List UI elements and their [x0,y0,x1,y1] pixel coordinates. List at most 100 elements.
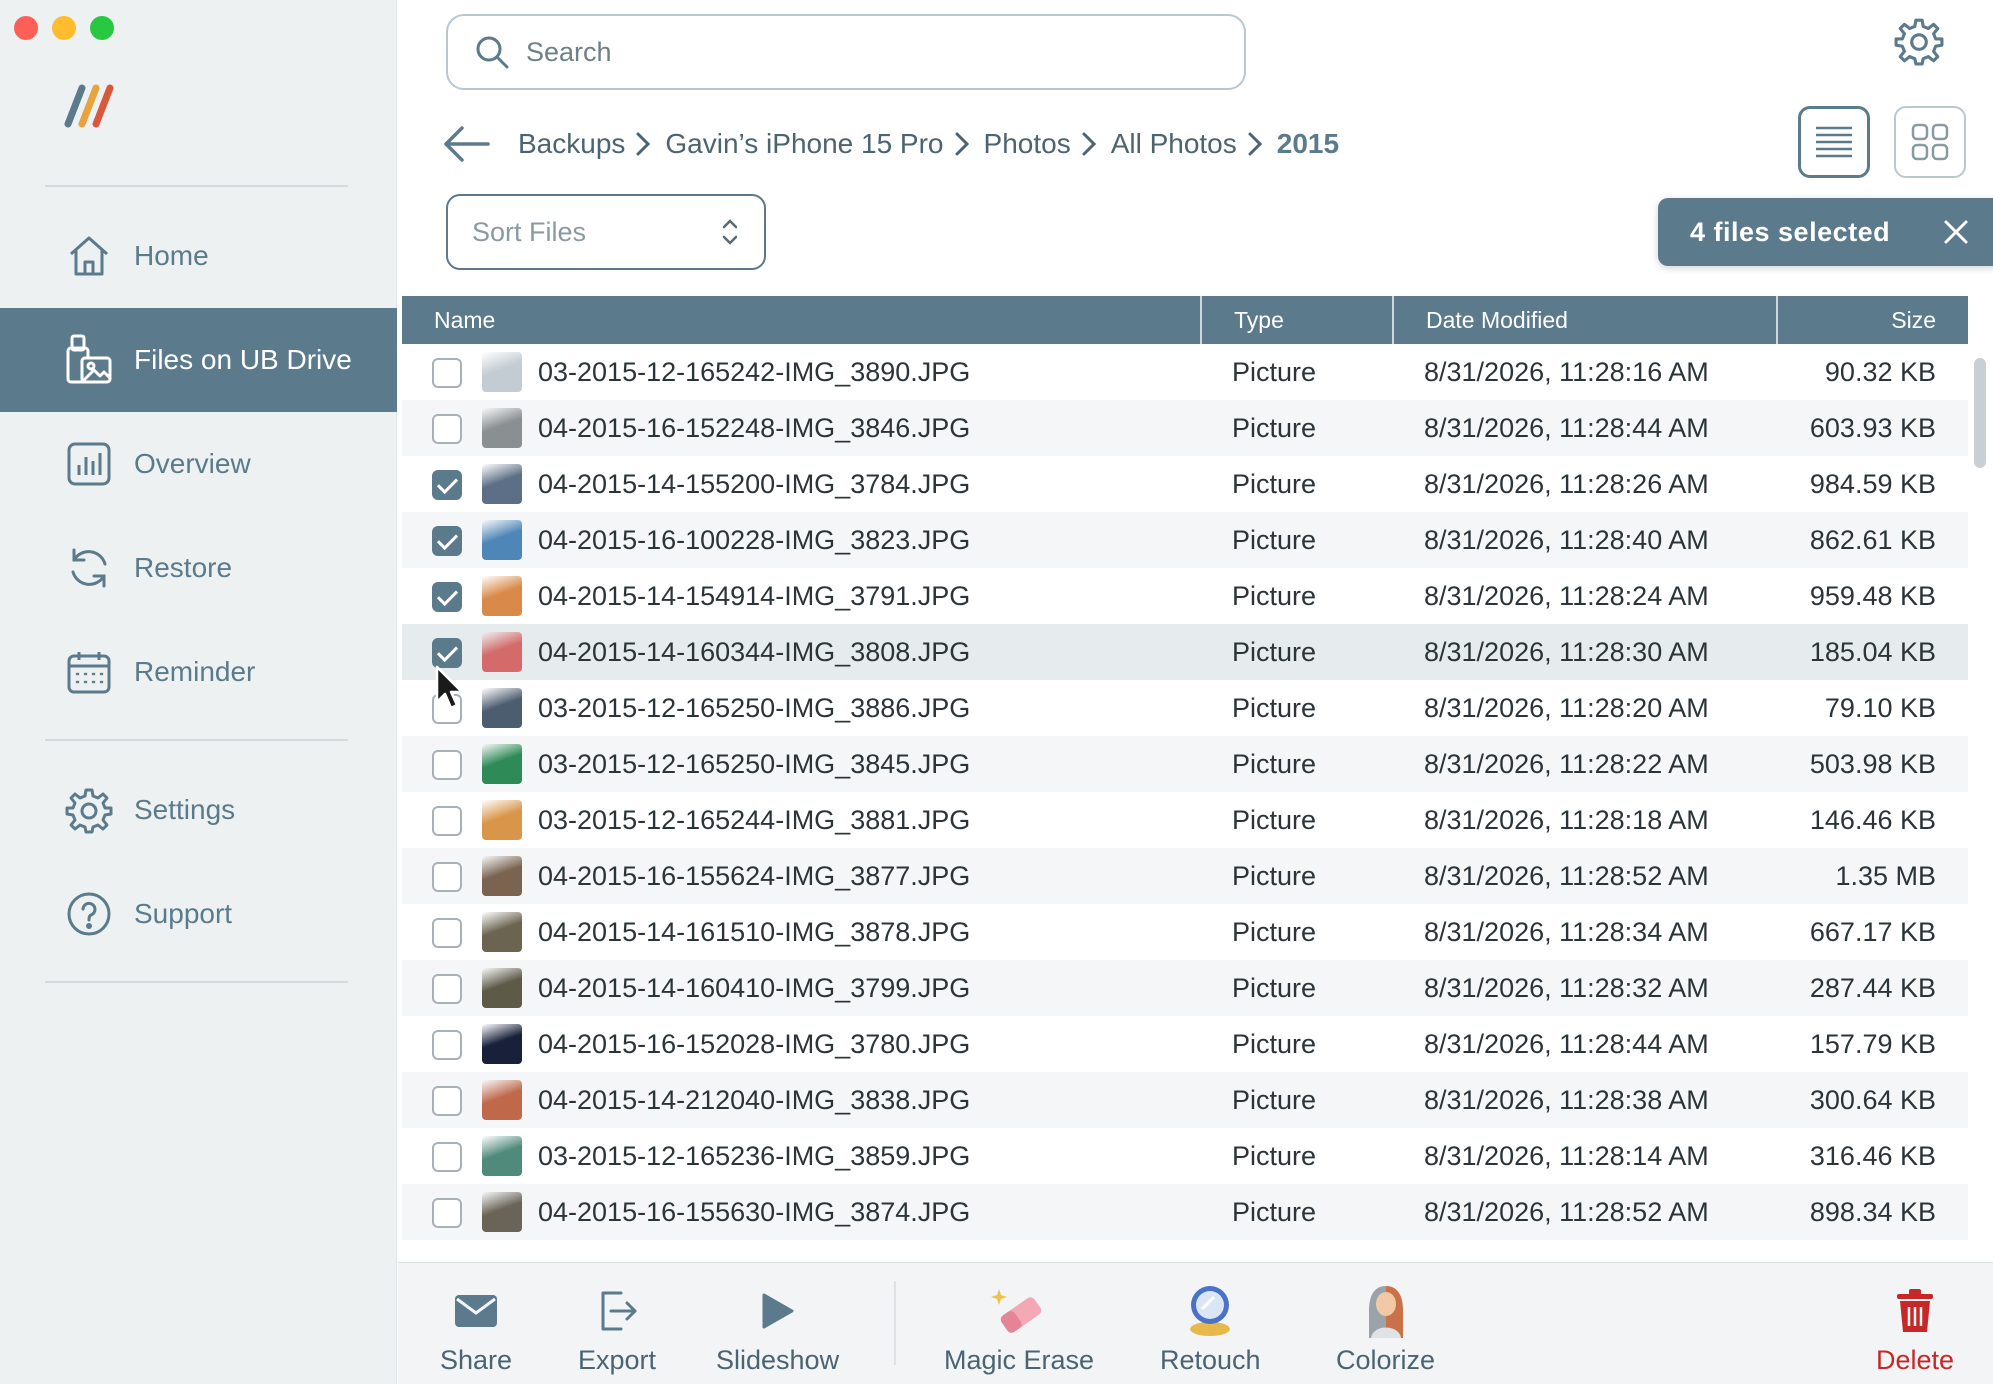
file-date-modified: 8/31/2026, 11:28:40 AM [1424,525,1709,555]
sidebar-item-reminder[interactable]: Reminder [0,620,397,724]
photo-thumbnail [482,464,522,504]
file-name: 04-2015-14-160410-IMG_3799.JPG [538,973,971,1003]
column-divider[interactable] [1200,296,1202,344]
search-input[interactable] [526,36,1166,68]
share-button[interactable]: Share [440,1263,512,1384]
list-view-button[interactable] [1798,106,1870,178]
column-date-modified[interactable]: Date Modified [1426,296,1568,344]
sort-files-select[interactable]: Sort Files [446,194,766,270]
table-row[interactable]: 04-2015-14-155200-IMG_3784.JPG Picture 8/3… [402,456,1968,512]
back-arrow-icon[interactable] [440,118,492,170]
row-checkbox[interactable] [432,358,462,388]
export-button[interactable]: Export [578,1263,656,1384]
photo-thumbnail [482,1136,522,1176]
file-date-modified: 8/31/2026, 11:28:52 AM [1424,861,1709,891]
table-row[interactable]: 04-2015-14-154914-IMG_3791.JPG Picture 8/3… [402,568,1968,624]
colorize-button[interactable]: Colorize [1336,1263,1435,1384]
file-type: Picture [1232,917,1317,947]
table-row[interactable]: 03-2015-12-165236-IMG_3859.JPG Picture 8/3… [402,1128,1968,1184]
photo-thumbnail [482,912,522,952]
zoom-window-button[interactable] [90,16,114,40]
magic-erase-button[interactable]: Magic Erase [944,1263,1094,1384]
grid-view-button[interactable] [1894,106,1966,178]
sidebar-item-home[interactable]: Home [0,204,397,308]
row-checkbox[interactable] [432,974,462,1004]
table-row[interactable]: 04-2015-16-152248-IMG_3846.JPG Picture 8/3… [402,400,1968,456]
column-divider[interactable] [1392,296,1394,344]
table-row[interactable]: 03-2015-12-165242-IMG_3890.JPG Picture 8/3… [402,344,1968,400]
chevron-right-icon [635,130,655,158]
breadcrumb-device[interactable]: Gavin’s iPhone 15 Pro [665,128,943,160]
table-row[interactable]: 04-2015-14-212040-IMG_3838.JPG Picture 8/3… [402,1072,1968,1128]
row-checkbox[interactable] [432,806,462,836]
colorize-portrait-icon [1358,1283,1414,1339]
envelope-icon [448,1283,504,1339]
compact-mirror-icon [1182,1283,1238,1339]
file-type: Picture [1232,525,1317,555]
row-checkbox[interactable] [432,526,462,556]
sidebar-item-overview[interactable]: Overview [0,412,397,516]
row-checkbox[interactable] [432,862,462,892]
sidebar-item-restore[interactable]: Restore [0,516,397,620]
table-row[interactable]: 03-2015-12-165250-IMG_3845.JPG Picture 8/3… [402,736,1968,792]
row-checkbox[interactable] [432,1086,462,1116]
file-name: 04-2015-16-155630-IMG_3874.JPG [538,1197,971,1227]
row-checkbox[interactable] [432,414,462,444]
slideshow-button[interactable]: Slideshow [716,1263,839,1384]
breadcrumb-backups[interactable]: Backups [518,128,625,160]
minimize-window-button[interactable] [52,16,76,40]
row-checkbox[interactable] [432,1142,462,1172]
close-window-button[interactable] [14,16,38,40]
table-row[interactable]: 03-2015-12-165250-IMG_3886.JPG Picture 8/3… [402,680,1968,736]
table-row[interactable]: 04-2015-16-100228-IMG_3823.JPG Picture 8/3… [402,512,1968,568]
sidebar-item-support[interactable]: Support [0,862,397,966]
photo-thumbnail [482,1192,522,1232]
restore-icon [64,543,114,593]
row-checkbox[interactable] [432,470,462,500]
retouch-button[interactable]: Retouch [1160,1263,1261,1384]
row-checkbox[interactable] [432,1030,462,1060]
sidebar-item-settings[interactable]: Settings [0,758,397,862]
column-type[interactable]: Type [1234,296,1284,344]
table-row[interactable]: 04-2015-14-160344-IMG_3808.JPG Picture 8/3… [402,624,1968,680]
delete-button[interactable]: Delete [1876,1263,1954,1384]
row-checkbox[interactable] [432,1198,462,1228]
home-icon [64,231,114,281]
row-checkbox[interactable] [432,750,462,780]
sidebar-item-label: Reminder [134,656,256,687]
toolbar-divider [894,1281,896,1365]
grid-view-icon [1911,123,1949,161]
table-row[interactable]: 04-2015-14-161510-IMG_3878.JPG Picture 8/3… [402,904,1968,960]
settings-gear-icon[interactable] [1894,16,1944,66]
file-size: 667.17 KB [1809,917,1936,947]
column-divider[interactable] [1776,296,1778,344]
file-size: 90.32 KB [1824,357,1936,387]
column-name[interactable]: Name [434,296,495,344]
table-row[interactable]: 04-2015-16-155630-IMG_3874.JPG Picture 8/3… [402,1184,1968,1240]
search-box[interactable] [446,14,1246,90]
file-type: Picture [1232,1085,1317,1115]
row-checkbox[interactable] [432,582,462,612]
chevron-up-down-icon [722,219,738,245]
file-name: 04-2015-14-154914-IMG_3791.JPG [538,581,971,611]
table-scrollbar[interactable] [1974,358,1986,468]
table-row[interactable]: 04-2015-16-152028-IMG_3780.JPG Picture 8/3… [402,1016,1968,1072]
table-row[interactable]: 03-2015-12-165244-IMG_3881.JPG Picture 8/3… [402,792,1968,848]
file-size: 185.04 KB [1809,637,1936,667]
file-date-modified: 8/31/2026, 11:28:26 AM [1424,469,1709,499]
file-name: 03-2015-12-165242-IMG_3890.JPG [538,357,971,387]
gear-icon [64,785,114,835]
breadcrumb-photos[interactable]: Photos [984,128,1071,160]
help-icon [64,889,114,939]
photo-thumbnail [482,800,522,840]
file-type: Picture [1232,861,1317,891]
sidebar-item-files-on-ub-drive[interactable]: Files on UB Drive [0,308,397,412]
table-row[interactable]: 04-2015-16-155624-IMG_3877.JPG Picture 8/3… [402,848,1968,904]
breadcrumb-all-photos[interactable]: All Photos [1111,128,1237,160]
column-size[interactable]: Size [1891,296,1936,344]
chevron-right-icon [954,130,974,158]
close-icon[interactable] [1942,218,1970,246]
file-date-modified: 8/31/2026, 11:28:22 AM [1424,749,1709,779]
table-row[interactable]: 04-2015-14-160410-IMG_3799.JPG Picture 8/3… [402,960,1968,1016]
row-checkbox[interactable] [432,918,462,948]
